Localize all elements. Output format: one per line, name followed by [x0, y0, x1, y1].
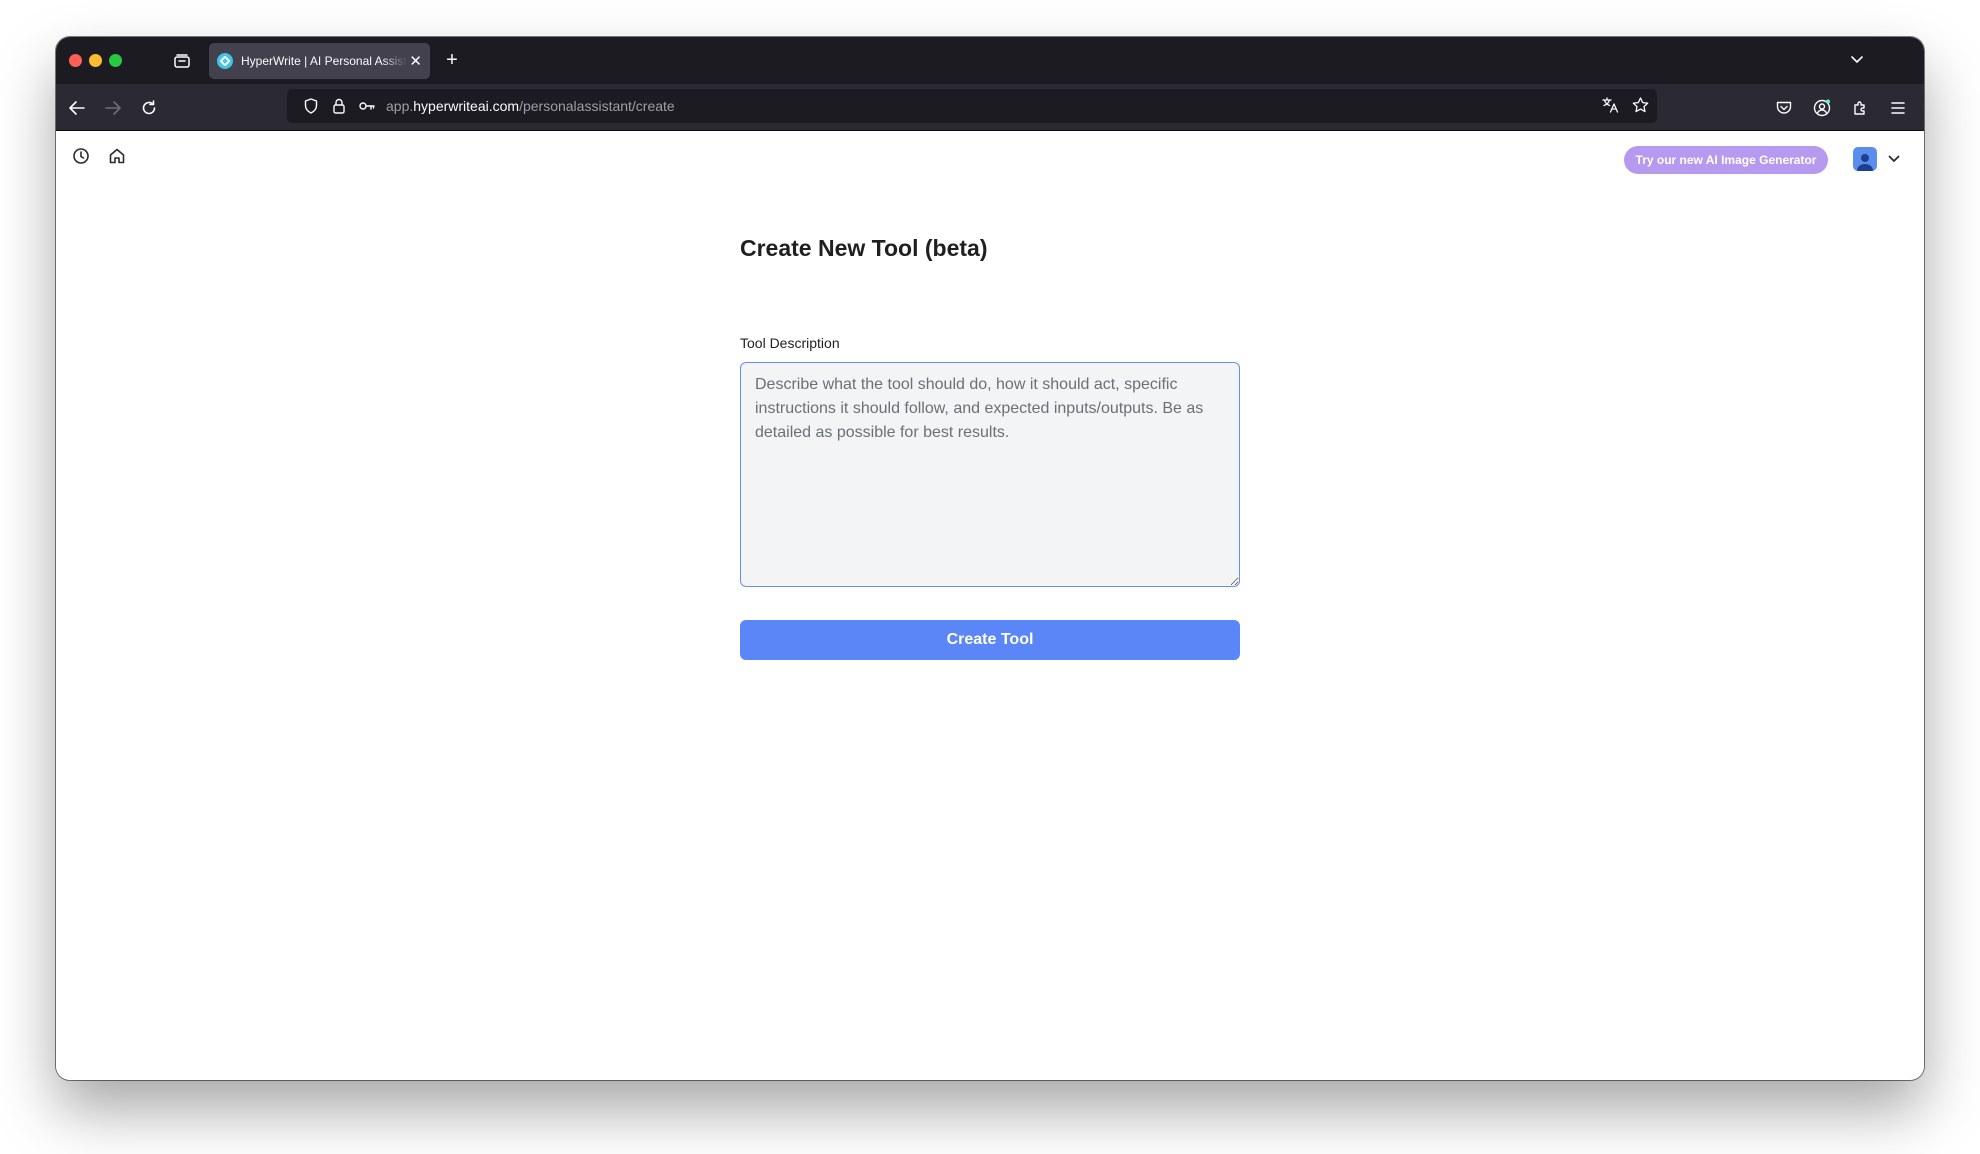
new-tab-plus-icon[interactable]: +: [441, 49, 463, 71]
browser-window: HyperWrite | AI Personal Assistant ✕ + a…: [56, 37, 1924, 1080]
shield-icon[interactable]: [302, 97, 320, 115]
extensions-icon[interactable]: [1848, 96, 1872, 120]
minimize-window-button[interactable]: [89, 54, 102, 67]
description-label: Tool Description: [740, 335, 840, 351]
forward-arrow-icon[interactable]: [101, 96, 125, 120]
translate-icon[interactable]: [1601, 96, 1619, 114]
url-text[interactable]: app.hyperwriteai.com/personalassistant/c…: [386, 98, 675, 114]
page-content: Try our new AI Image Generator Create Ne…: [56, 132, 1924, 1080]
account-icon[interactable]: [1810, 96, 1834, 120]
navigation-bar: app.hyperwriteai.com/personalassistant/c…: [56, 84, 1924, 131]
url-prefix: app.: [386, 98, 414, 114]
create-tool-button[interactable]: Create Tool: [740, 620, 1240, 660]
chevron-down-icon[interactable]: [1886, 151, 1902, 167]
tab-list-chevron-icon[interactable]: [1846, 49, 1868, 71]
reload-icon[interactable]: [137, 96, 161, 120]
maximize-window-button[interactable]: [109, 54, 122, 67]
url-bar[interactable]: app.hyperwriteai.com/personalassistant/c…: [287, 89, 1657, 123]
hyperwrite-logo-icon: [217, 53, 233, 69]
menu-icon[interactable]: [1886, 96, 1910, 120]
promo-button[interactable]: Try our new AI Image Generator: [1624, 146, 1828, 174]
page-title: Create New Tool (beta): [740, 235, 988, 261]
pocket-icon[interactable]: [1772, 96, 1796, 120]
avatar[interactable]: [1853, 147, 1877, 171]
close-window-button[interactable]: [69, 54, 82, 67]
lock-icon[interactable]: [330, 97, 348, 115]
url-domain: hyperwriteai.com: [413, 98, 520, 114]
active-tab[interactable]: HyperWrite | AI Personal Assistant ✕: [209, 43, 430, 79]
bookmark-star-icon[interactable]: [1631, 96, 1649, 114]
tab-strip: HyperWrite | AI Personal Assistant ✕ +: [56, 37, 1924, 84]
key-icon[interactable]: [358, 97, 376, 115]
home-icon[interactable]: [105, 144, 129, 168]
history-clock-icon[interactable]: [69, 144, 93, 168]
url-path: /personalassistant/create: [519, 98, 675, 114]
tab-title: HyperWrite | AI Personal Assistant: [241, 54, 408, 68]
description-textarea[interactable]: [740, 362, 1240, 587]
back-arrow-icon[interactable]: [65, 96, 89, 120]
tab-manager-icon[interactable]: [171, 50, 193, 72]
close-tab-icon[interactable]: ✕: [409, 54, 422, 69]
